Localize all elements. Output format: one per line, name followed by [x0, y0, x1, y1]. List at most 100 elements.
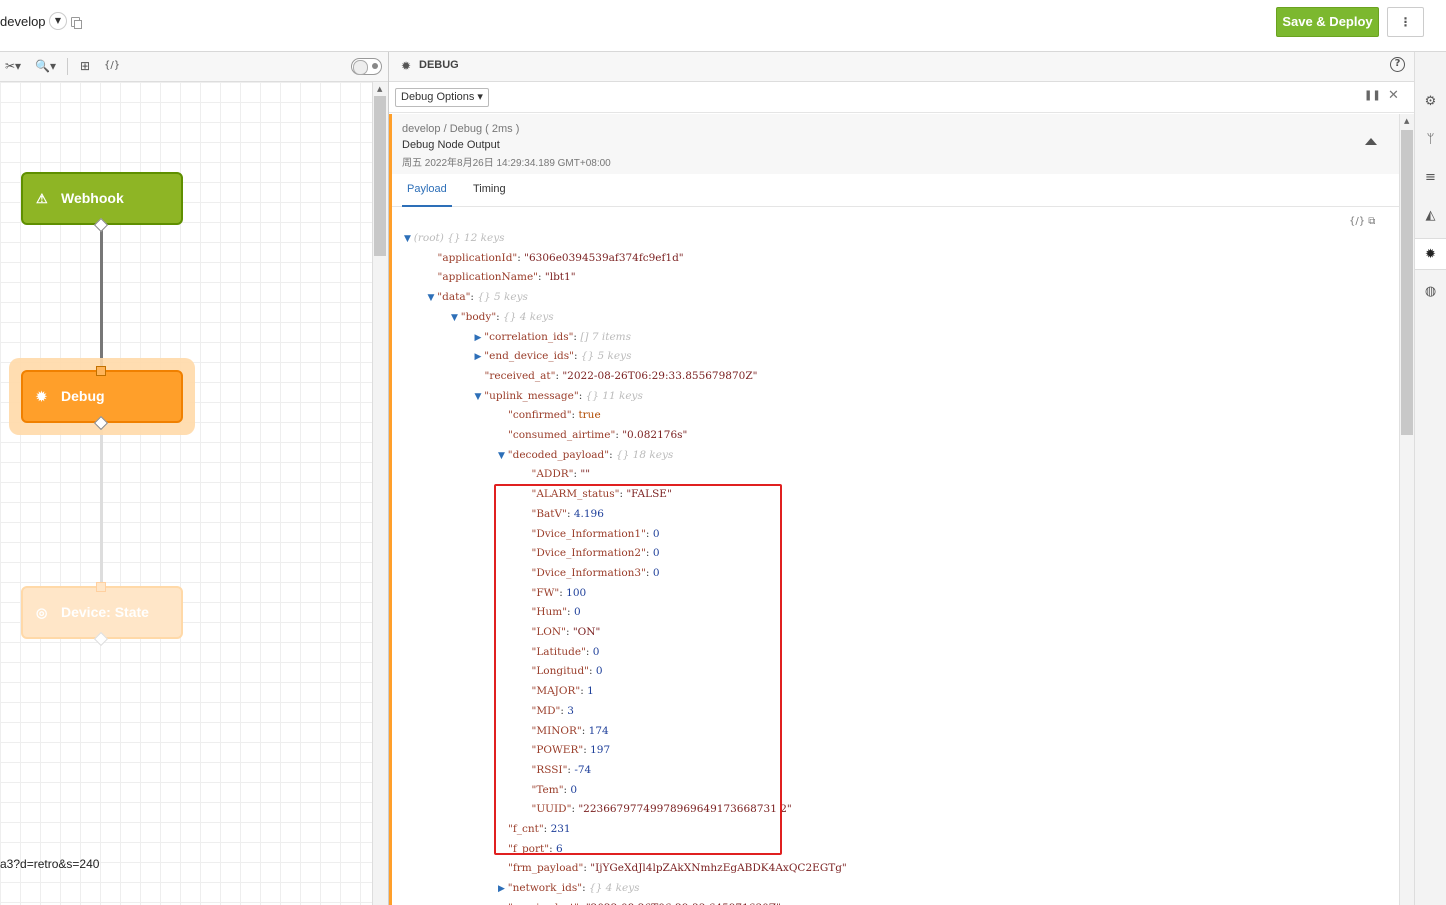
webhook-icon: ⚠: [36, 191, 48, 206]
tab-payload[interactable]: Payload: [407, 183, 447, 195]
bug-icon[interactable]: ✹: [1415, 238, 1446, 270]
flow-dropdown-caret-icon[interactable]: ▼: [49, 12, 67, 30]
tree-row: "consumed_airtime": "0.082176s": [508, 426, 687, 444]
device-state-node[interactable]: ◎ Device: State: [21, 586, 183, 639]
expand-down-icon[interactable]: ▼: [428, 293, 438, 303]
tree-meta: [] 7 items: [580, 330, 631, 343]
expand-down-icon[interactable]: ▼: [451, 313, 461, 323]
copy-path-icon[interactable]: {/} ⧉: [1349, 216, 1375, 227]
tree-row[interactable]: ▼ "decoded_payload": {} 18 keys: [498, 446, 673, 464]
scissors-icon[interactable]: ✂▾: [5, 59, 21, 73]
tree-key: "frm_payload": [508, 862, 584, 875]
tree-key: "received_at": [484, 369, 556, 382]
tree-colon: :: [582, 882, 589, 895]
tree-key: "correlation_ids": [484, 330, 574, 343]
tree-row[interactable]: ▶ "end_device_ids": {} 5 keys: [475, 347, 632, 365]
bug-icon: ✹: [36, 389, 47, 404]
branch-icon[interactable]: ᛘ: [1415, 124, 1446, 156]
flow-name[interactable]: develop: [0, 14, 46, 29]
tree-colon: :: [496, 310, 504, 323]
debug-toggle[interactable]: [351, 58, 382, 75]
input-port[interactable]: [96, 366, 106, 376]
tree-colon: :: [573, 350, 581, 363]
expand-right-icon[interactable]: ▶: [498, 884, 508, 894]
chart-icon[interactable]: ◭: [1415, 200, 1446, 232]
bug-icon: ✹: [401, 59, 412, 73]
tree-meta: {} 5 keys: [580, 350, 632, 363]
tree-value: "0.082176s": [622, 429, 688, 441]
wire[interactable]: [100, 226, 103, 372]
tree-key: "confirmed": [508, 409, 572, 422]
wire[interactable]: [100, 426, 103, 586]
tree-key: "applicationName": [437, 271, 539, 284]
expand-right-icon[interactable]: ▶: [475, 333, 485, 343]
tree-colon: :: [609, 448, 616, 461]
collapse-icon[interactable]: [1365, 138, 1377, 145]
expand-right-icon[interactable]: ▶: [475, 352, 485, 362]
tree-row[interactable]: ▼ (root) {} 12 keys: [404, 229, 505, 247]
gear-icon[interactable]: ⚙: [1415, 86, 1446, 118]
debug-node[interactable]: ✹ Debug: [21, 370, 183, 423]
tree-key: (root): [413, 232, 444, 244]
tree-key: "body": [460, 310, 497, 323]
close-icon[interactable]: ✕: [1388, 88, 1399, 103]
debug-message: develop / Debug ( 2ms ) Debug Node Outpu…: [389, 114, 1399, 905]
tree-row[interactable]: ▼ "data": {} 5 keys: [428, 288, 528, 306]
copy-icon[interactable]: [71, 17, 82, 29]
tab-timing[interactable]: Timing: [473, 183, 506, 195]
help-icon[interactable]: ?: [1390, 57, 1405, 72]
tree-value: true: [578, 409, 601, 422]
zoom-icon[interactable]: 🔍▾: [35, 59, 56, 73]
tree-row: "ADDR": "": [532, 465, 591, 483]
debug-options-button[interactable]: Debug Options ▾: [395, 88, 489, 107]
header-bar: develop ▼ Save & Deploy ⋮: [0, 0, 1446, 52]
tree-meta: {} 4 keys: [588, 882, 640, 895]
tree-meta: {} 11 keys: [585, 389, 643, 402]
active-tab-indicator: [402, 205, 452, 207]
debug-sidebar: ✹ DEBUG ? Debug Options ▾ ❚❚ ✕ develop /…: [388, 52, 1415, 905]
tree-row: "confirmed": true: [508, 406, 601, 424]
tree-row[interactable]: ▶ "correlation_ids": [] 7 items: [475, 328, 632, 346]
node-label: Device: State: [61, 604, 149, 620]
tree-row: "applicationId": "6306e0394539af374fc9ef…: [438, 249, 684, 267]
message-path[interactable]: develop / Debug ( 2ms ): [402, 123, 519, 135]
globe-icon[interactable]: ◍: [1415, 276, 1446, 308]
tree-row: "received_at": "2022-08-26T06:29:33.6459…: [508, 899, 781, 905]
sidebar-header: ✹ DEBUG ?: [389, 52, 1415, 82]
tree-meta: {} 12 keys: [447, 232, 505, 244]
tree-key: "end_device_ids": [484, 350, 574, 363]
expand-down-icon[interactable]: ▼: [404, 234, 414, 244]
tree-row: "received_at": "2022-08-26T06:29:33.8556…: [485, 367, 758, 385]
save-deploy-button[interactable]: Save & Deploy: [1276, 7, 1379, 37]
tree-key: "data": [437, 291, 471, 304]
message-scrollbar[interactable]: ▲: [1399, 114, 1415, 905]
tree-row: "frm_payload": "IjYGeXdJl4lpZAkXNmhzEgAB…: [508, 859, 847, 877]
braces-icon[interactable]: {/}: [104, 60, 120, 71]
tree-colon: :: [578, 389, 586, 402]
message-node-type: Debug Node Output: [402, 139, 500, 151]
more-menu-button[interactable]: ⋮: [1387, 7, 1424, 37]
tree-colon: :: [538, 271, 545, 284]
message-tabs: Payload Timing: [392, 174, 1399, 207]
tree-row[interactable]: ▼ "uplink_message": {} 11 keys: [475, 387, 643, 405]
webhook-node[interactable]: ⚠ Webhook: [21, 172, 183, 225]
workspace-scrollbar[interactable]: ▲: [372, 82, 388, 905]
pause-icon[interactable]: ❚❚: [1364, 90, 1381, 101]
input-port[interactable]: [96, 582, 106, 592]
sidebar-tab-bar: ⚙ ᛘ ≡ ◭ ✹ ◍: [1414, 52, 1446, 905]
workspace-toolbar: ✂▾ 🔍▾ ⊞ {/}: [0, 52, 388, 82]
expand-down-icon[interactable]: ▼: [475, 392, 485, 402]
url-fragment: a3?d=retro&s=240: [0, 857, 100, 871]
node-label: Webhook: [61, 190, 124, 206]
database-icon[interactable]: ≡: [1415, 162, 1446, 194]
tree-meta: {} 4 keys: [503, 310, 554, 323]
tree-meta: {} 5 keys: [477, 291, 528, 304]
tree-key: "uplink_message": [484, 389, 579, 402]
add-group-icon[interactable]: ⊞: [80, 59, 90, 73]
tree-row[interactable]: ▶ "network_ids": {} 4 keys: [498, 879, 640, 897]
tree-value: "6306e0394539af374fc9ef1d": [524, 251, 684, 264]
expand-down-icon[interactable]: ▼: [498, 451, 508, 461]
node-label: Debug: [61, 388, 105, 404]
tree-row: "applicationName": "lbt1": [438, 268, 576, 286]
tree-row[interactable]: ▼ "body": {} 4 keys: [451, 308, 554, 326]
